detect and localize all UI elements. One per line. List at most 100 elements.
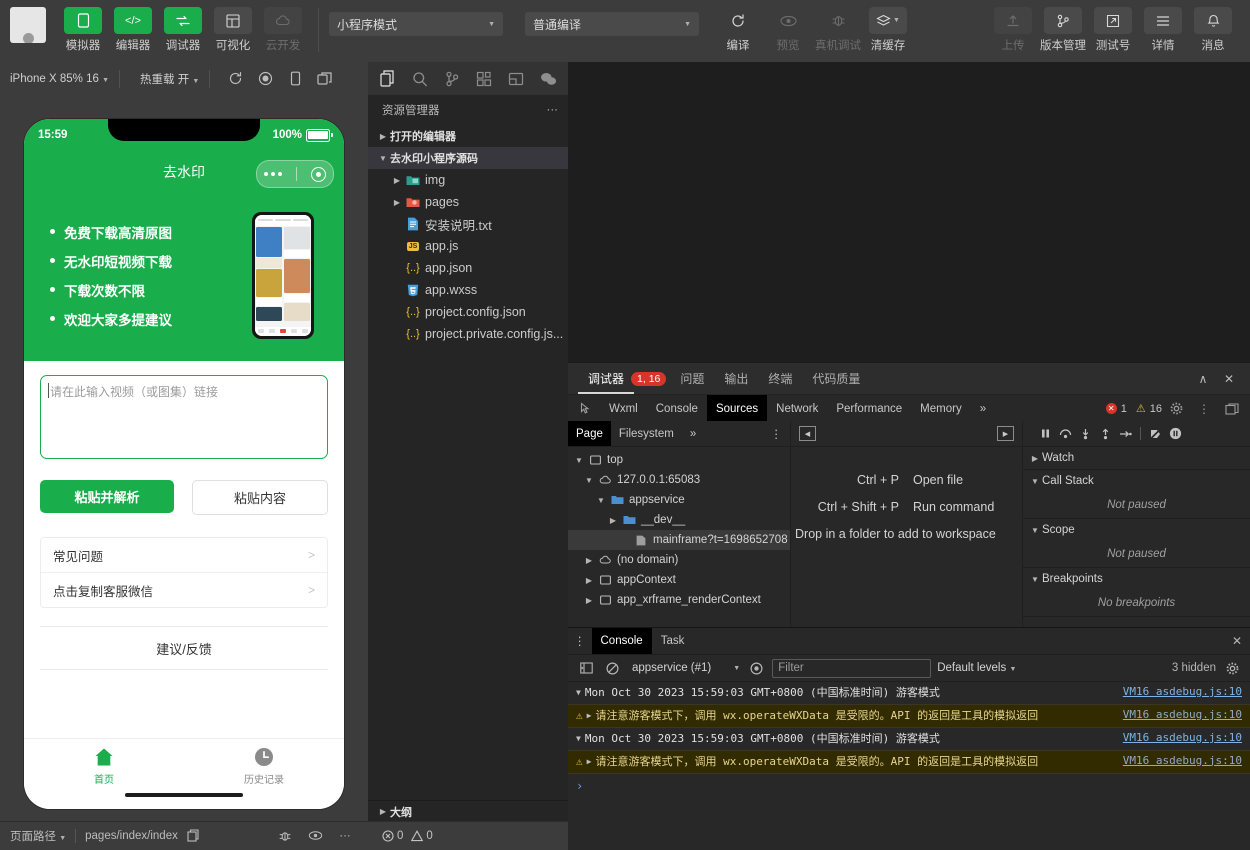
error-count-icon[interactable]: 0 [382, 830, 403, 842]
console-message-source[interactable]: VM16 asdebug.js:10 [1115, 708, 1242, 721]
drawer-tab-task[interactable]: Task [652, 628, 694, 654]
close-icon[interactable]: ✕ [1216, 372, 1242, 386]
console-filter-input[interactable]: Filter [772, 658, 932, 678]
show-debugger-icon[interactable]: ▶ [997, 426, 1014, 441]
sources-tab-filesystem[interactable]: Filesystem [611, 421, 682, 446]
chevron-down-icon[interactable]: ▼ [576, 733, 581, 745]
console-context-select[interactable]: appservice (#1) ▼ [628, 662, 740, 674]
gear-icon[interactable] [1222, 662, 1242, 675]
step-icon[interactable] [1117, 424, 1134, 444]
search-icon[interactable] [404, 64, 436, 94]
tab-memory[interactable]: Memory [911, 395, 971, 422]
file-item-project-private-config[interactable]: {..} project.private.config.js... [368, 323, 568, 345]
extensions-icon[interactable] [468, 64, 500, 94]
tab-console[interactable]: Console [647, 395, 707, 422]
tree-node-mainframe[interactable]: mainframe?t=1698652708 [568, 530, 790, 550]
file-item-app-json[interactable]: {..} app.json [368, 257, 568, 279]
console-message-group[interactable]: ▼ Mon Oct 30 2023 15:59:03 GMT+0800 (中国标… [568, 682, 1250, 705]
file-item-project-config[interactable]: {..} project.config.json [368, 301, 568, 323]
kebab-menu-icon[interactable]: ⋮ [568, 628, 592, 654]
toolbar-item-version[interactable]: 版本管理 [1038, 7, 1088, 53]
toolbar-item-compile[interactable]: 编译 [713, 7, 763, 53]
chevron-down-icon[interactable]: ▼ [576, 687, 581, 699]
devtools-tab-terminal[interactable]: 终端 [758, 363, 802, 394]
cell-faq[interactable]: 常见问题 > [41, 538, 327, 572]
inspect-element-icon[interactable] [572, 395, 600, 422]
section-header-breakpoints[interactable]: ▼ Breakpoints [1023, 568, 1250, 590]
tree-node-dev[interactable]: ▶ __dev__ [568, 510, 790, 530]
console-message-source[interactable]: VM16 asdebug.js:10 [1115, 754, 1242, 767]
chevron-right-icon[interactable]: ▶ [587, 710, 592, 722]
kebab-menu-icon[interactable]: ⋮ [1190, 395, 1218, 422]
tab-network[interactable]: Network [767, 395, 827, 422]
console-levels-select[interactable]: Default levels ▼ [937, 662, 1016, 674]
tab-sources[interactable]: Sources [706, 395, 768, 422]
toolbar-item-test-account[interactable]: 测试号 [1088, 7, 1138, 53]
multi-window-icon[interactable] [310, 71, 340, 86]
more-icon[interactable] [264, 172, 282, 176]
toolbar-item-simulator[interactable]: 模拟器 [58, 7, 108, 53]
console-message-warning[interactable]: ⚠ ▶ 请注意游客模式下，调用 wx.operateWXData 是受限的。AP… [568, 750, 1250, 774]
bug-icon[interactable] [270, 829, 300, 843]
tab-performance[interactable]: Performance [827, 395, 911, 422]
tree-node-no-domain[interactable]: ▶ (no domain) [568, 550, 790, 570]
step-into-icon[interactable] [1077, 424, 1094, 444]
pause-icon[interactable] [1037, 424, 1054, 444]
toolbar-item-preview[interactable]: 预览 [763, 7, 813, 53]
tab-home[interactable]: 首页 [24, 739, 184, 809]
console-message-source[interactable]: VM16 asdebug.js:10 [1115, 685, 1242, 698]
cell-copy-wechat[interactable]: 点击复制客服微信 > [41, 572, 327, 607]
page-path-select[interactable]: 页面路径 ▼ [10, 828, 66, 844]
show-navigator-icon[interactable]: ◀ [799, 426, 816, 441]
devtools-tab-code-quality[interactable]: 代码质量 [802, 363, 870, 394]
close-icon[interactable]: ✕ [1232, 634, 1250, 648]
file-item-app-js[interactable]: JS app.js [368, 235, 568, 257]
issue-counts[interactable]: ✕ 1 ⚠ 16 [1105, 402, 1162, 415]
section-header-scope[interactable]: ▼ Scope [1023, 519, 1250, 541]
wechat-capsule[interactable] [256, 160, 334, 188]
devtools-tab-debugger[interactable]: 调试器 [578, 363, 634, 394]
link-input[interactable]: 请在此输入视频（或图集）链接 [40, 375, 328, 459]
split-editor-icon[interactable] [500, 64, 532, 94]
toolbar-item-cloud[interactable]: 云开发 [258, 7, 308, 53]
file-item-pages[interactable]: ▶ pages [368, 191, 568, 213]
devtools-tab-problems[interactable]: 问题 [670, 363, 714, 394]
tab-wxml[interactable]: Wxml [600, 395, 647, 422]
tree-node-host[interactable]: ▼ 127.0.0.1:65083 [568, 470, 790, 490]
eye-icon[interactable] [300, 830, 330, 841]
avatar[interactable] [10, 7, 46, 43]
gear-icon[interactable] [1162, 395, 1190, 422]
tab-more-icon[interactable]: » [971, 395, 995, 422]
deactivate-breakpoints-icon[interactable] [1147, 424, 1164, 444]
toolbar-item-messages[interactable]: 消息 [1188, 7, 1238, 53]
eye-icon[interactable] [746, 661, 766, 675]
source-control-icon[interactable] [436, 64, 468, 94]
warning-count-icon[interactable]: 0 [411, 830, 433, 842]
console-message-warning[interactable]: ⚠ ▶ 请注意游客模式下，调用 wx.operateWXData 是受限的。AP… [568, 704, 1250, 728]
tree-node-xrframe[interactable]: ▶ app_xrframe_renderContext [568, 590, 790, 610]
console-message-group[interactable]: ▼ Mon Oct 30 2023 15:59:03 GMT+0800 (中国标… [568, 727, 1250, 751]
toolbar-item-editor[interactable]: </> 编辑器 [108, 7, 158, 53]
compile-select[interactable]: 普通编译 ▼ [525, 12, 699, 36]
toolbar-item-real-device[interactable]: 真机调试 [813, 7, 863, 53]
feedback-button[interactable]: 建议/反馈 [40, 626, 328, 670]
parse-button[interactable]: 粘贴并解析 [40, 480, 174, 513]
section-header-call-stack[interactable]: ▼ Call Stack [1023, 470, 1250, 492]
tab-history[interactable]: 历史记录 [184, 739, 344, 809]
paste-button[interactable]: 粘贴内容 [192, 480, 328, 515]
step-out-icon[interactable] [1097, 424, 1114, 444]
hot-reload-select[interactable]: 热重载 开 ▼ [140, 71, 199, 87]
kebab-menu-icon[interactable]: ⋮ [763, 421, 791, 446]
toolbar-item-visualization[interactable]: 可视化 [208, 7, 258, 53]
toolbar-item-clear-cache[interactable]: ▼ 清缓存 [863, 7, 913, 53]
console-message-source[interactable]: VM16 asdebug.js:10 [1115, 731, 1242, 744]
files-icon[interactable] [372, 64, 404, 94]
tree-node-appcontext[interactable]: ▶ appContext [568, 570, 790, 590]
tree-node-appservice[interactable]: ▼ appservice [568, 490, 790, 510]
close-circle-icon[interactable] [311, 166, 326, 182]
mode-select[interactable]: 小程序模式 ▼ [329, 12, 503, 36]
chevron-up-icon[interactable]: ∧ [1190, 372, 1216, 386]
file-item-app-wxss[interactable]: app.wxss [368, 279, 568, 301]
device-select[interactable]: iPhone X 85% 16 ▼ [10, 73, 109, 85]
record-icon[interactable] [250, 71, 280, 86]
